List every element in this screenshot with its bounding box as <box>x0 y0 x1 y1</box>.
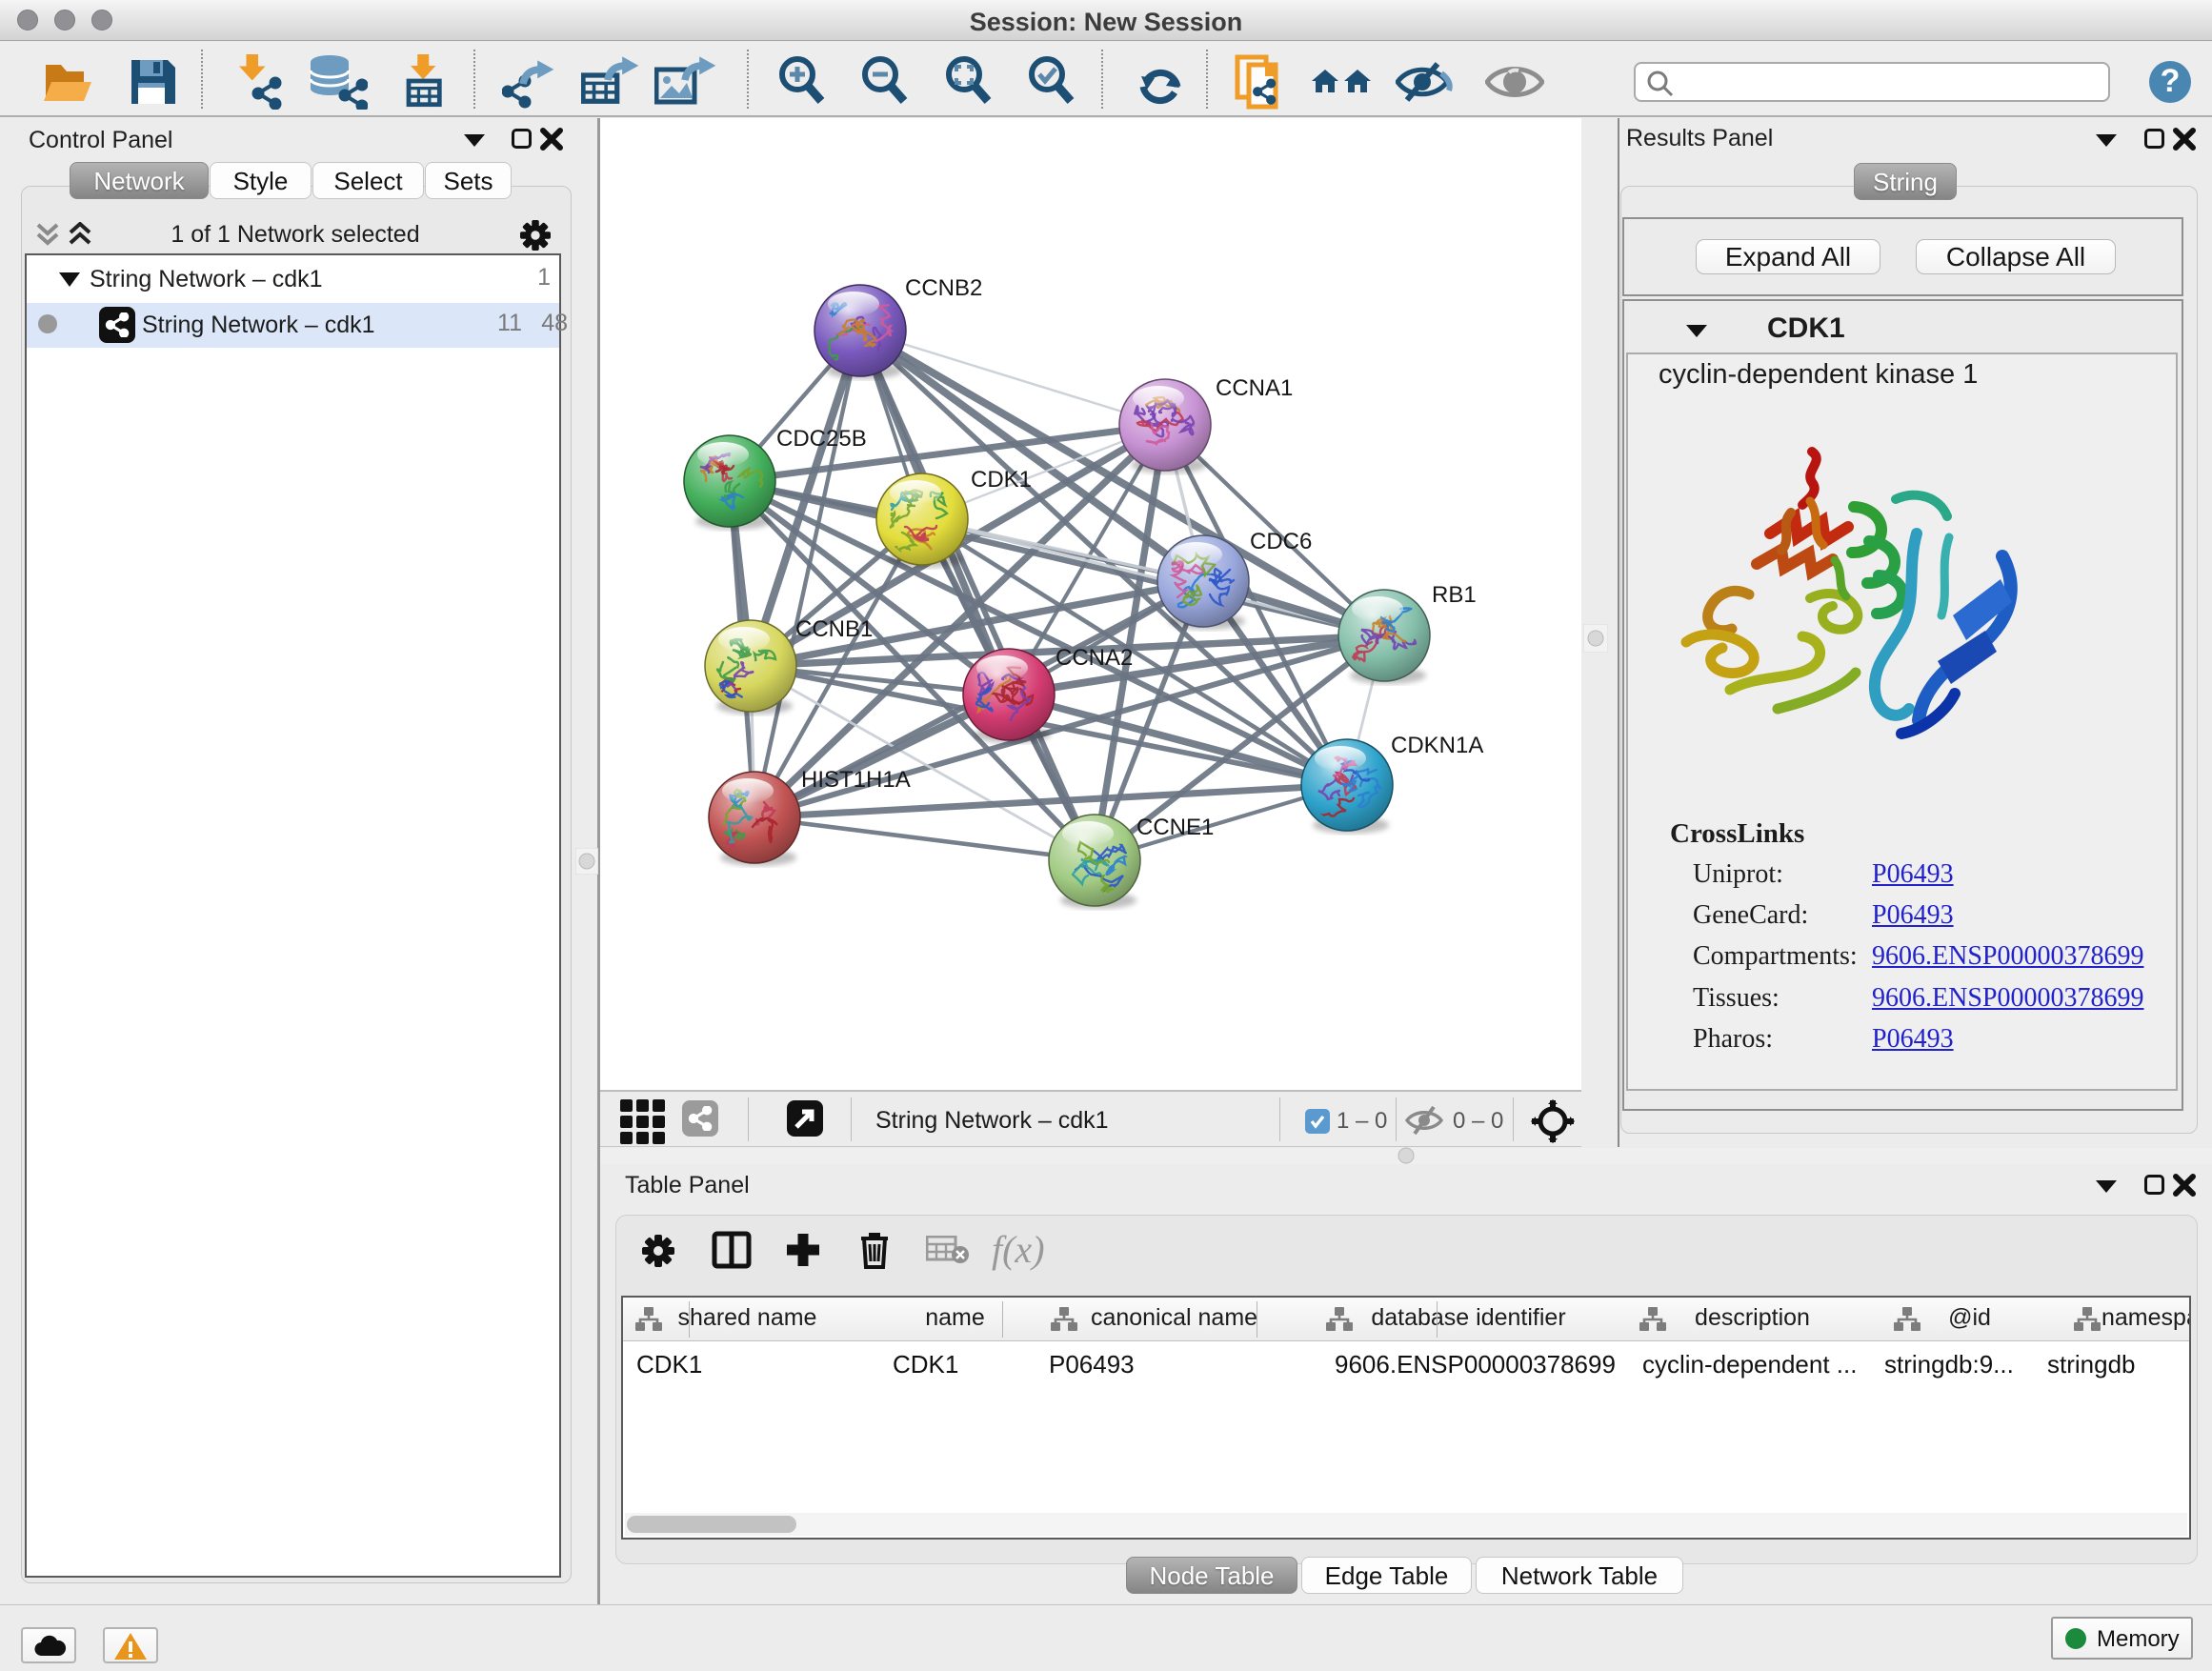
svg-text:CCNB1: CCNB1 <box>795 616 873 642</box>
svg-text:CCNE1: CCNE1 <box>1136 815 1214 840</box>
svg-text:HIST1H1A: HIST1H1A <box>801 767 911 793</box>
svg-text:CCNB2: CCNB2 <box>905 275 982 301</box>
svg-text:CDC25B: CDC25B <box>776 426 867 452</box>
svg-text:CCNA1: CCNA1 <box>1216 375 1293 401</box>
svg-text:CCNA2: CCNA2 <box>1056 645 1133 671</box>
svg-text:RB1: RB1 <box>1432 582 1477 608</box>
svg-text:CDK1: CDK1 <box>971 467 1032 493</box>
svg-text:CDKN1A: CDKN1A <box>1391 733 1483 758</box>
svg-text:CDC6: CDC6 <box>1250 529 1312 554</box>
